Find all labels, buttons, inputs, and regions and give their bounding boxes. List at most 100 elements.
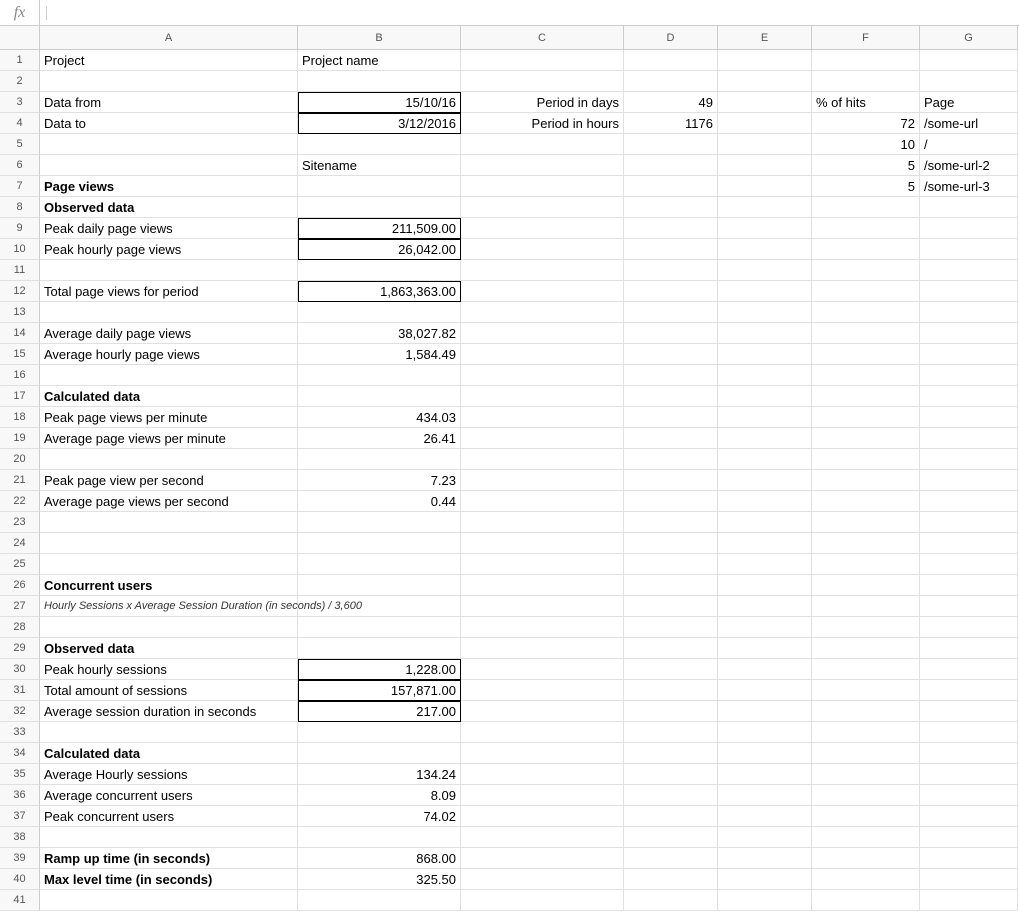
cell-c36[interactable] — [461, 785, 624, 806]
cell-g23[interactable] — [920, 512, 1018, 533]
row-header-14[interactable]: 14 — [0, 323, 40, 344]
cell-f34[interactable] — [812, 743, 920, 764]
cell-e33[interactable] — [718, 722, 812, 743]
cell-a12[interactable]: Total page views for period — [40, 281, 298, 302]
cell-b30[interactable]: 1,228.00 — [298, 659, 461, 680]
cell-f24[interactable] — [812, 533, 920, 554]
cell-g20[interactable] — [920, 449, 1018, 470]
cell-b35[interactable]: 134.24 — [298, 764, 461, 785]
cell-f10[interactable] — [812, 239, 920, 260]
cell-a17[interactable]: Calculated data — [40, 386, 298, 407]
cell-b11[interactable] — [298, 260, 461, 281]
cell-f11[interactable] — [812, 260, 920, 281]
cell-d6[interactable] — [624, 155, 718, 176]
row-header-12[interactable]: 12 — [0, 281, 40, 302]
cell-f28[interactable] — [812, 617, 920, 638]
cell-c5[interactable] — [461, 134, 624, 155]
row-header-27[interactable]: 27 — [0, 596, 40, 617]
cell-a30[interactable]: Peak hourly sessions — [40, 659, 298, 680]
cell-g31[interactable] — [920, 680, 1018, 701]
row-header-38[interactable]: 38 — [0, 827, 40, 848]
cell-f22[interactable] — [812, 491, 920, 512]
cell-b2[interactable] — [298, 71, 461, 92]
cell-g39[interactable] — [920, 848, 1018, 869]
cell-f40[interactable] — [812, 869, 920, 890]
cell-b25[interactable] — [298, 554, 461, 575]
cell-d20[interactable] — [624, 449, 718, 470]
cell-g40[interactable] — [920, 869, 1018, 890]
cell-f39[interactable] — [812, 848, 920, 869]
cell-e2[interactable] — [718, 71, 812, 92]
cell-a22[interactable]: Average page views per second — [40, 491, 298, 512]
cell-c12[interactable] — [461, 281, 624, 302]
cell-c28[interactable] — [461, 617, 624, 638]
cell-f32[interactable] — [812, 701, 920, 722]
cell-g25[interactable] — [920, 554, 1018, 575]
row-header-35[interactable]: 35 — [0, 764, 40, 785]
cell-g16[interactable] — [920, 365, 1018, 386]
cell-d9[interactable] — [624, 218, 718, 239]
cell-d33[interactable] — [624, 722, 718, 743]
column-header-c[interactable]: C — [461, 26, 624, 50]
cell-e13[interactable] — [718, 302, 812, 323]
cell-d7[interactable] — [624, 176, 718, 197]
cell-g26[interactable] — [920, 575, 1018, 596]
cell-e18[interactable] — [718, 407, 812, 428]
cell-e15[interactable] — [718, 344, 812, 365]
cell-f29[interactable] — [812, 638, 920, 659]
cell-e28[interactable] — [718, 617, 812, 638]
cell-d22[interactable] — [624, 491, 718, 512]
cell-e31[interactable] — [718, 680, 812, 701]
cell-d41[interactable] — [624, 890, 718, 911]
cell-g30[interactable] — [920, 659, 1018, 680]
cell-a1[interactable]: Project — [40, 50, 298, 71]
cell-g17[interactable] — [920, 386, 1018, 407]
cell-d39[interactable] — [624, 848, 718, 869]
cell-g7[interactable]: /some-url-3 — [920, 176, 1018, 197]
cell-c24[interactable] — [461, 533, 624, 554]
row-header-33[interactable]: 33 — [0, 722, 40, 743]
cell-g18[interactable] — [920, 407, 1018, 428]
cell-b18[interactable]: 434.03 — [298, 407, 461, 428]
column-header-b[interactable]: B — [298, 26, 461, 50]
cell-a35[interactable]: Average Hourly sessions — [40, 764, 298, 785]
cell-b6[interactable]: Sitename — [298, 155, 461, 176]
cell-a38[interactable] — [40, 827, 298, 848]
cell-f26[interactable] — [812, 575, 920, 596]
cell-b12[interactable]: 1,863,363.00 — [298, 281, 461, 302]
cell-g5[interactable]: / — [920, 134, 1018, 155]
row-header-22[interactable]: 22 — [0, 491, 40, 512]
cell-c16[interactable] — [461, 365, 624, 386]
row-header-11[interactable]: 11 — [0, 260, 40, 281]
cell-c33[interactable] — [461, 722, 624, 743]
cell-c41[interactable] — [461, 890, 624, 911]
cell-c37[interactable] — [461, 806, 624, 827]
row-header-1[interactable]: 1 — [0, 50, 40, 71]
cell-f19[interactable] — [812, 428, 920, 449]
row-header-37[interactable]: 37 — [0, 806, 40, 827]
cell-g3[interactable]: Page — [920, 92, 1018, 113]
cell-e14[interactable] — [718, 323, 812, 344]
cell-e40[interactable] — [718, 869, 812, 890]
cell-e8[interactable] — [718, 197, 812, 218]
cell-a14[interactable]: Average daily page views — [40, 323, 298, 344]
cell-b10[interactable]: 26,042.00 — [298, 239, 461, 260]
cell-b36[interactable]: 8.09 — [298, 785, 461, 806]
column-header-g[interactable]: G — [920, 26, 1018, 50]
cell-a39[interactable]: Ramp up time (in seconds) — [40, 848, 298, 869]
cell-d17[interactable] — [624, 386, 718, 407]
cell-b13[interactable] — [298, 302, 461, 323]
cell-d26[interactable] — [624, 575, 718, 596]
cell-a36[interactable]: Average concurrent users — [40, 785, 298, 806]
cell-c13[interactable] — [461, 302, 624, 323]
cell-a33[interactable] — [40, 722, 298, 743]
cell-e23[interactable] — [718, 512, 812, 533]
cell-d40[interactable] — [624, 869, 718, 890]
cell-e24[interactable] — [718, 533, 812, 554]
cell-a7[interactable]: Page views — [40, 176, 298, 197]
cell-c20[interactable] — [461, 449, 624, 470]
cell-c9[interactable] — [461, 218, 624, 239]
cell-c7[interactable] — [461, 176, 624, 197]
cell-d14[interactable] — [624, 323, 718, 344]
cell-a21[interactable]: Peak page view per second — [40, 470, 298, 491]
